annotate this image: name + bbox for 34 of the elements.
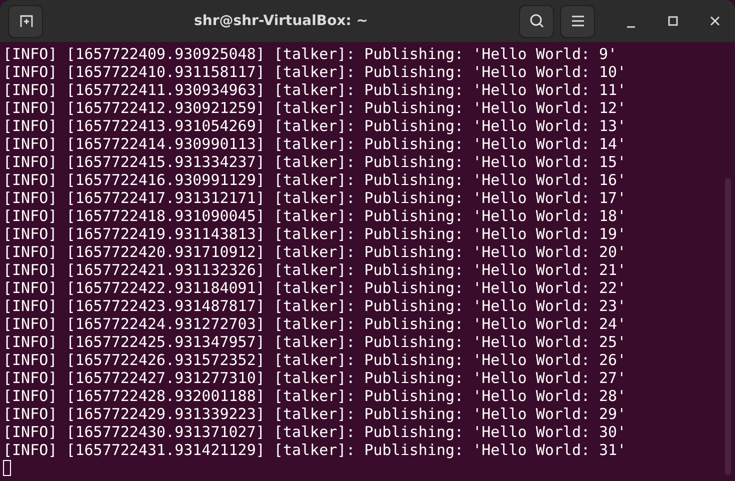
- new-tab-icon: [18, 13, 34, 29]
- terminal-line: [INFO] [1657722420.931710912] [talker]: Publishing: 'Hello World: 20': [3, 243, 628, 261]
- maximize-icon: [668, 16, 678, 26]
- terminal-line: [INFO] [1657722428.932001188] [talker]: Publishing: 'Hello World: 28': [3, 387, 628, 405]
- menu-icon: [570, 15, 584, 27]
- terminal-line: [INFO] [1657722413.931054269] [talker]: Publishing: 'Hello World: 13': [3, 117, 628, 135]
- search-icon: [528, 13, 544, 29]
- terminal-line: [INFO] [1657722417.931312171] [talker]: Publishing: 'Hello World: 17': [3, 189, 628, 207]
- terminal-line: [INFO] [1657722425.931347957] [talker]: Publishing: 'Hello World: 25': [3, 333, 628, 351]
- terminal-line: [INFO] [1657722429.931339223] [talker]: Publishing: 'Hello World: 29': [3, 405, 628, 423]
- terminal-line: [INFO] [1657722416.930991129] [talker]: Publishing: 'Hello World: 16': [3, 171, 628, 189]
- terminal-line: [INFO] [1657722426.931572352] [talker]: Publishing: 'Hello World: 26': [3, 351, 628, 369]
- terminal-line: [INFO] [1657722423.931487817] [talker]: Publishing: 'Hello World: 23': [3, 297, 628, 315]
- terminal-line: [INFO] [1657722421.931132326] [talker]: Publishing: 'Hello World: 21': [3, 261, 628, 279]
- terminal-line: [INFO] [1657722430.931371027] [talker]: Publishing: 'Hello World: 30': [3, 423, 628, 441]
- terminal-line: [INFO] [1657722431.931421129] [talker]: Publishing: 'Hello World: 31': [3, 441, 628, 459]
- terminal-line: [INFO] [1657722409.930925048] [talker]: Publishing: 'Hello World: 9': [3, 45, 618, 63]
- menu-button[interactable]: [560, 4, 595, 38]
- window-title: shr@shr-VirtualBox: ~: [193, 13, 369, 29]
- new-tab-button[interactable]: [8, 4, 43, 38]
- terminal-line: [INFO] [1657722422.931184091] [talker]: Publishing: 'Hello World: 22': [3, 279, 628, 297]
- terminal-line: [INFO] [1657722411.930934963] [talker]: Publishing: 'Hello World: 11': [3, 81, 628, 99]
- terminal-line: [INFO] [1657722410.931158117] [talker]: Publishing: 'Hello World: 10': [3, 63, 628, 81]
- terminal-line: [INFO] [1657722419.931143813] [talker]: Publishing: 'Hello World: 19': [3, 225, 628, 243]
- terminal-line: [INFO] [1657722414.930990113] [talker]: Publishing: 'Hello World: 14': [3, 135, 628, 153]
- terminal-line: [INFO] [1657722424.931272703] [talker]: Publishing: 'Hello World: 24': [3, 315, 628, 333]
- text-cursor: [3, 460, 11, 476]
- close-icon: [710, 16, 720, 26]
- minimize-icon: [626, 26, 636, 28]
- terminal-line: [INFO] [1657722412.930921259] [talker]: Publishing: 'Hello World: 12': [3, 99, 628, 117]
- terminal-line: [INFO] [1657722415.931334237] [talker]: Publishing: 'Hello World: 15': [3, 153, 628, 171]
- terminal-line: [INFO] [1657722418.931090045] [talker]: Publishing: 'Hello World: 18': [3, 207, 628, 225]
- terminal-line: [INFO] [1657722427.931277310] [talker]: Publishing: 'Hello World: 27': [3, 369, 628, 387]
- search-button[interactable]: [519, 4, 554, 38]
